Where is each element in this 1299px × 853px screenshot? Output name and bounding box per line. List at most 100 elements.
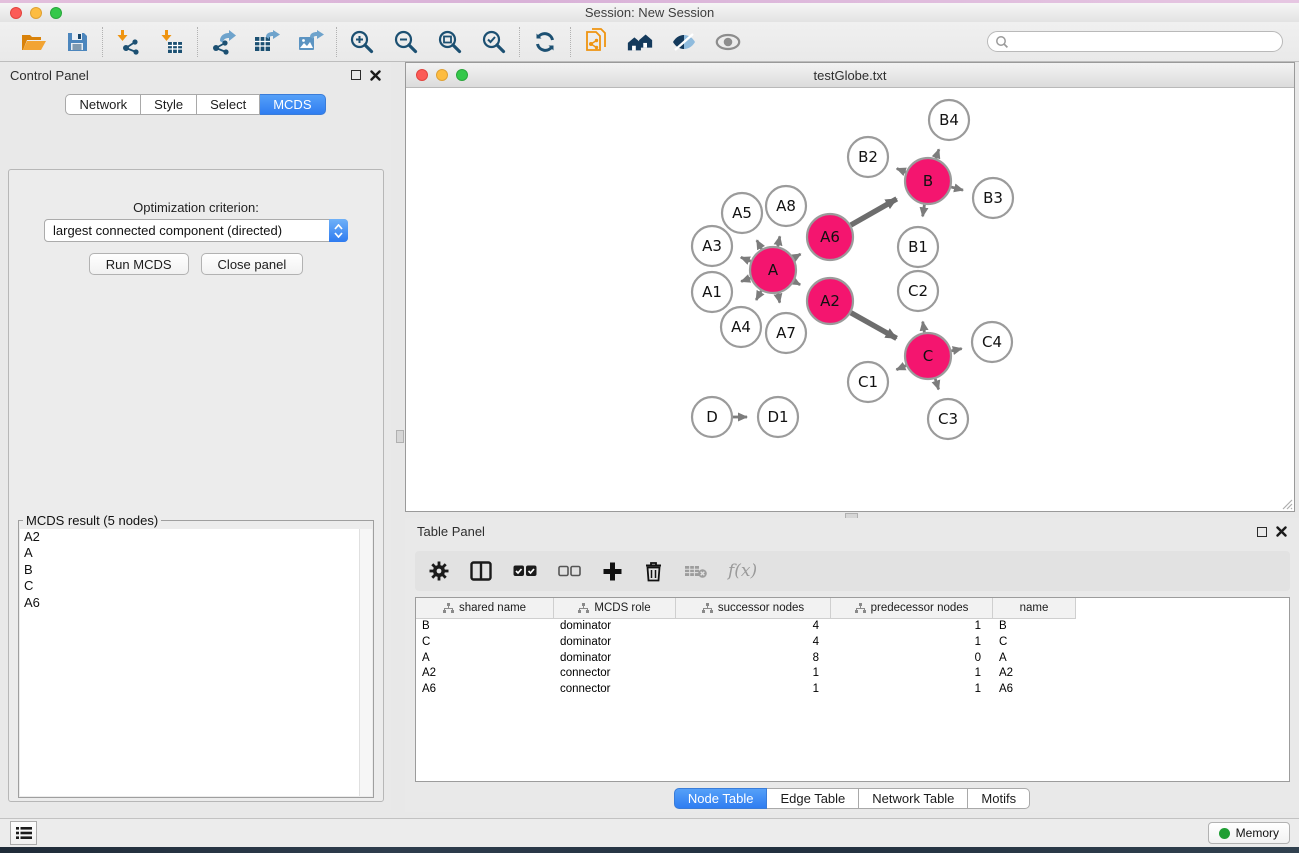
graph-node-A1[interactable]: A1: [692, 272, 732, 312]
column-header-MCDS-role[interactable]: MCDS role: [554, 598, 676, 619]
graph-node-A[interactable]: A: [750, 247, 796, 293]
save-session-icon[interactable]: [63, 28, 91, 56]
graph-node-C1[interactable]: C1: [848, 362, 888, 402]
graph-edge-A-A7[interactable]: [778, 294, 780, 303]
float-table-panel-icon[interactable]: [1257, 527, 1267, 537]
export-image-icon[interactable]: [297, 28, 325, 56]
graph-edge-B-B2[interactable]: [897, 169, 906, 173]
graph-node-C[interactable]: C: [905, 333, 951, 379]
table-cell[interactable]: dominator: [554, 619, 676, 635]
column-header-shared-name[interactable]: shared name: [416, 598, 554, 619]
delete-column-icon[interactable]: [644, 561, 663, 582]
table-cell[interactable]: A6: [993, 682, 1076, 698]
hide-toggle-icon[interactable]: [670, 28, 698, 56]
graph-edge-C-C1[interactable]: [896, 366, 906, 370]
graph-node-A7[interactable]: A7: [766, 313, 806, 353]
tab-select[interactable]: Select: [197, 94, 260, 115]
table-row[interactable]: A6connector11A6: [416, 682, 1289, 698]
resize-grip-icon[interactable]: [1279, 496, 1293, 510]
table-cell[interactable]: 0: [831, 651, 993, 667]
graph-node-C3[interactable]: C3: [928, 399, 968, 439]
result-item[interactable]: C: [20, 578, 372, 594]
table-cell[interactable]: A: [416, 651, 554, 667]
home-networks-icon[interactable]: [626, 28, 654, 56]
graph-edge-A-A5[interactable]: [757, 240, 762, 249]
table-cell[interactable]: C: [416, 635, 554, 651]
graph-node-A4[interactable]: A4: [721, 307, 761, 347]
table-cell[interactable]: B: [416, 619, 554, 635]
tab-style[interactable]: Style: [141, 94, 197, 115]
table-row[interactable]: Cdominator41C: [416, 635, 1289, 651]
refresh-icon[interactable]: [531, 28, 559, 56]
graph-node-C4[interactable]: C4: [972, 322, 1012, 362]
table-cell[interactable]: dominator: [554, 651, 676, 667]
result-scrollbar[interactable]: [359, 529, 372, 796]
result-item[interactable]: A6: [20, 595, 372, 611]
network-canvas[interactable]: B4B2BB3A5A8A6B1A3AC2A1A2A4A7CC4C1C3DD1: [406, 88, 1294, 511]
table-cell[interactable]: 4: [676, 619, 831, 635]
tab-network[interactable]: Network: [65, 94, 141, 115]
table-cell[interactable]: A: [993, 651, 1076, 667]
tab-motifs[interactable]: Motifs: [968, 788, 1030, 809]
table-row[interactable]: A2connector11A2: [416, 666, 1289, 682]
table-cell[interactable]: connector: [554, 666, 676, 682]
import-table-icon[interactable]: [158, 28, 186, 56]
table-cell[interactable]: dominator: [554, 635, 676, 651]
graph-edge-A6-B[interactable]: [851, 199, 897, 225]
graph-edge-A-A1[interactable]: [741, 278, 750, 281]
table-row[interactable]: Bdominator41B: [416, 619, 1289, 635]
table-row[interactable]: Adominator80A: [416, 651, 1289, 667]
search-input[interactable]: [1013, 35, 1282, 49]
show-eye-icon[interactable]: [714, 28, 742, 56]
column-header-name[interactable]: name: [993, 598, 1076, 619]
graph-edge-A2-C[interactable]: [851, 313, 897, 339]
result-item[interactable]: A: [20, 545, 372, 561]
graph-edge-C-C2[interactable]: [923, 322, 925, 333]
zoom-in-icon[interactable]: [348, 28, 376, 56]
open-session-icon[interactable]: [19, 28, 47, 56]
run-mcds-button[interactable]: Run MCDS: [89, 253, 189, 275]
graph-edge-B-B3[interactable]: [951, 187, 963, 190]
graph-node-D1[interactable]: D1: [758, 397, 798, 437]
graph-edge-C-C3[interactable]: [935, 379, 938, 390]
table-cell[interactable]: 1: [831, 635, 993, 651]
add-column-icon[interactable]: [602, 561, 623, 582]
graph-edge-C-C4[interactable]: [951, 349, 961, 351]
graph-node-D[interactable]: D: [692, 397, 732, 437]
table-cell[interactable]: 1: [831, 619, 993, 635]
result-item[interactable]: A2: [20, 529, 372, 545]
memory-button[interactable]: Memory: [1208, 822, 1290, 844]
graph-node-B3[interactable]: B3: [973, 178, 1013, 218]
table-cell[interactable]: 8: [676, 651, 831, 667]
graph-node-A5[interactable]: A5: [722, 193, 762, 233]
function-builder-icon[interactable]: f(x): [728, 561, 757, 581]
search-field[interactable]: [987, 31, 1283, 52]
criterion-dropdown[interactable]: largest connected component (directed): [44, 219, 348, 242]
graph-edge-A-A8[interactable]: [778, 236, 780, 246]
graph-edge-A-A4[interactable]: [756, 291, 761, 300]
settings-gear-icon[interactable]: [429, 561, 449, 581]
delete-table-icon[interactable]: [684, 564, 707, 579]
zoom-out-icon[interactable]: [392, 28, 420, 56]
deselect-checkboxes-icon[interactable]: [558, 565, 581, 578]
tab-edge-table[interactable]: Edge Table: [767, 788, 859, 809]
duplicate-network-icon[interactable]: [582, 28, 610, 56]
result-item[interactable]: B: [20, 562, 372, 578]
graph-edge-B-B1[interactable]: [923, 205, 925, 217]
float-panel-icon[interactable]: [351, 70, 361, 80]
split-columns-icon[interactable]: [470, 561, 492, 581]
graph-node-B2[interactable]: B2: [848, 137, 888, 177]
graph-edge-A-A2[interactable]: [794, 281, 800, 284]
graph-node-A8[interactable]: A8: [766, 186, 806, 226]
graph-node-B4[interactable]: B4: [929, 100, 969, 140]
table-cell[interactable]: A6: [416, 682, 554, 698]
task-history-button[interactable]: [10, 821, 37, 845]
column-header-predecessor-nodes[interactable]: predecessor nodes: [831, 598, 993, 619]
table-cell[interactable]: A2: [416, 666, 554, 682]
table-cell[interactable]: C: [993, 635, 1076, 651]
zoom-fit-icon[interactable]: [436, 28, 464, 56]
table-cell[interactable]: 1: [676, 682, 831, 698]
mcds-result-list[interactable]: A2ABCA6: [20, 529, 372, 796]
node-table[interactable]: shared nameMCDS rolesuccessor nodesprede…: [415, 597, 1290, 782]
table-cell[interactable]: 1: [831, 682, 993, 698]
